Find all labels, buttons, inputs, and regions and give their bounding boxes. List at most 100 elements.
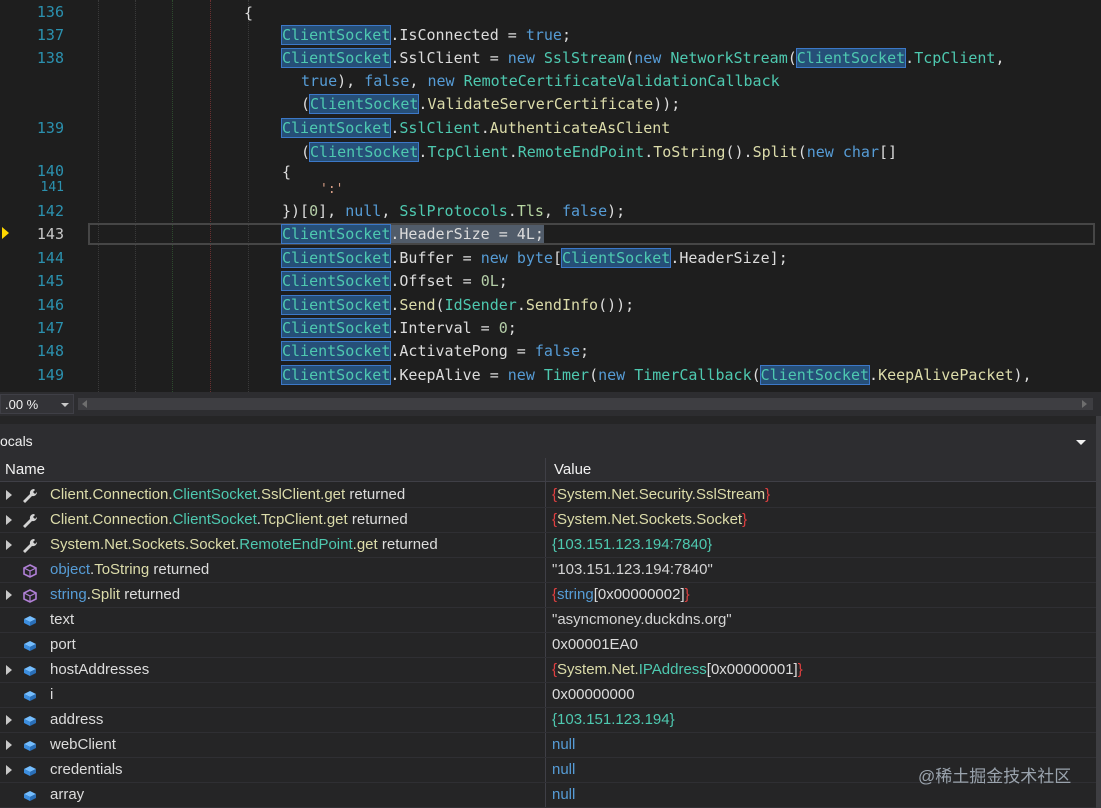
code-token: Send: [399, 296, 436, 314]
variable-name: i: [50, 686, 54, 703]
variable-value[interactable]: null: [552, 761, 575, 778]
variable-name: hostAddresses: [50, 661, 150, 678]
variable-value[interactable]: {103.151.123.194:7840}: [552, 536, 712, 553]
code-token: TimerCallback: [634, 366, 752, 384]
variable-value[interactable]: 0x00000000: [552, 686, 635, 703]
locals-row[interactable]: i 0x00000000: [0, 683, 1096, 708]
expand-arrow-icon[interactable]: [6, 590, 12, 600]
code-token: SslClient: [399, 119, 481, 137]
code-token: ;: [561, 26, 571, 44]
code-token: null: [345, 202, 382, 220]
variable-value[interactable]: {System.Net.Sockets.Socket}: [552, 511, 747, 528]
code-line-137: ClientSocket.IsConnected = true;: [280, 25, 571, 45]
chevron-down-icon: [61, 403, 69, 407]
code-token: Timer: [543, 366, 590, 384]
variable-value[interactable]: {System.Net.IPAddress[0x00000001]}: [552, 661, 803, 678]
vertical-scrollbar[interactable]: [1096, 416, 1101, 808]
code-token: ],: [318, 202, 346, 220]
code-token: SslStream: [543, 49, 626, 67]
code-token-ref: ClientSocket: [560, 248, 672, 268]
locals-row[interactable]: System.Net.Sockets.Socket.RemoteEndPoint…: [0, 533, 1096, 558]
code-line-138-cont: true), false, new RemoteCertificateValid…: [301, 71, 780, 91]
variable-value[interactable]: {System.Net.Security.SslStream}: [552, 486, 770, 503]
local-variable-icon: [24, 616, 36, 626]
code-token: (: [435, 296, 445, 314]
locals-title-bar[interactable]: ocals: [0, 424, 1101, 458]
code-token-ref: ClientSocket: [309, 94, 420, 114]
code-token-ref: ClientSocket: [280, 341, 392, 361]
variable-value[interactable]: "asyncmoney.duckdns.org": [552, 611, 732, 628]
window-menu-icon[interactable]: [1076, 440, 1086, 445]
expand-arrow-icon[interactable]: [6, 665, 12, 675]
code-text[interactable]: { ClientSocket.IsConnected = true; Clien…: [0, 0, 1101, 392]
variable-value[interactable]: {103.151.123.194}: [552, 711, 675, 728]
wrench-icon: [23, 488, 38, 503]
code-token: ,: [381, 202, 400, 220]
code-token: AuthenticateAsClient: [489, 119, 671, 137]
code-token: );: [607, 202, 626, 220]
horizontal-scrollbar[interactable]: [78, 398, 1093, 410]
expand-arrow-icon[interactable]: [6, 540, 12, 550]
code-token: true: [301, 72, 338, 90]
code-token-ref: ClientSocket: [280, 25, 392, 45]
code-token: ,: [995, 49, 1005, 67]
code-line-145: ClientSocket.Offset = 0L;: [280, 271, 508, 291]
scroll-left-icon[interactable]: [82, 400, 87, 408]
variable-name: text: [50, 611, 75, 628]
code-token: RemoteCertificateValidationCallback: [463, 72, 780, 90]
code-token: ;: [580, 342, 590, 360]
code-token: ValidateServerCertificate: [427, 95, 654, 113]
locals-row[interactable]: text "asyncmoney.duckdns.org": [0, 608, 1096, 633]
code-token: false: [561, 202, 608, 220]
expand-arrow-icon[interactable]: [6, 515, 12, 525]
code-token: ,: [543, 202, 562, 220]
variable-value[interactable]: "103.151.123.194:7840": [552, 561, 713, 578]
locals-row[interactable]: Client.Connection.ClientSocket.SslClient…: [0, 483, 1096, 508]
code-token-ref: ClientSocket: [280, 295, 392, 315]
locals-row[interactable]: Client.Connection.ClientSocket.TcpClient…: [0, 508, 1096, 533]
variable-name: port: [50, 636, 76, 653]
code-token: .SslClient =: [390, 49, 508, 67]
locals-row[interactable]: port 0x00001EA0: [0, 633, 1096, 658]
code-token: (: [787, 49, 797, 67]
scroll-right-icon[interactable]: [1082, 400, 1087, 408]
locals-row[interactable]: object.ToString returned "103.151.123.19…: [0, 558, 1096, 583]
expand-arrow-icon[interactable]: [6, 765, 12, 775]
code-token: new: [507, 49, 535, 67]
variable-name: System.Net.Sockets.Socket.RemoteEndPoint…: [50, 536, 438, 553]
zoom-dropdown[interactable]: .00 %: [0, 394, 74, 414]
code-token: Split: [752, 143, 798, 161]
code-token: .: [480, 119, 490, 137]
code-line-141: ':': [320, 180, 343, 200]
code-token: .: [644, 143, 654, 161]
code-token: .: [507, 202, 517, 220]
code-token: .: [508, 143, 518, 161]
variable-value[interactable]: null: [552, 736, 575, 753]
variable-value[interactable]: {string[0x00000002]}: [552, 586, 690, 603]
code-token: (: [301, 143, 311, 161]
column-header-value[interactable]: Value: [554, 461, 591, 478]
code-token-ref: ClientSocket: [280, 365, 392, 385]
locals-row[interactable]: hostAddresses {System.Net.IPAddress[0x00…: [0, 658, 1096, 683]
code-line-144: ClientSocket.Buffer = new byte[ClientSoc…: [280, 248, 788, 268]
variable-name: credentials: [50, 761, 123, 778]
code-line-143: ClientSocket.HeaderSize = 4L;: [280, 224, 544, 244]
code-token-ref: ClientSocket: [280, 271, 392, 291]
variable-value[interactable]: null: [552, 786, 575, 803]
code-token: (: [301, 95, 311, 113]
expand-arrow-icon[interactable]: [6, 715, 12, 725]
method-cube-icon: [23, 589, 37, 603]
variable-value[interactable]: 0x00001EA0: [552, 636, 638, 653]
code-token-ref: ClientSocket: [759, 365, 871, 385]
expand-arrow-icon[interactable]: [6, 490, 12, 500]
column-header-name[interactable]: Name: [5, 461, 45, 478]
locals-row[interactable]: address {103.151.123.194}: [0, 708, 1096, 733]
code-editor[interactable]: 136 137 138 139 140 141 142 143 144 145 …: [0, 0, 1101, 392]
code-token: Tls: [516, 202, 544, 220]
locals-row[interactable]: string.Split returned {string[0x00000002…: [0, 583, 1096, 608]
locals-row[interactable]: webClient null: [0, 733, 1096, 758]
expand-arrow-icon[interactable]: [6, 740, 12, 750]
code-token: (: [797, 143, 807, 161]
